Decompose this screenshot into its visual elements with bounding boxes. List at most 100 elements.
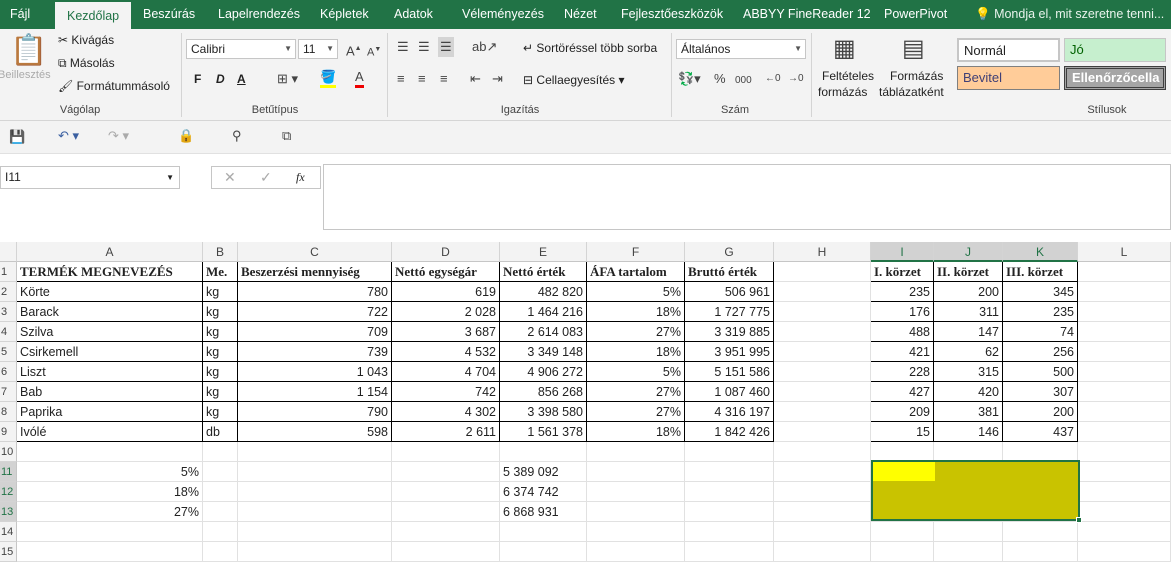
cell-I1[interactable]: I. körzet xyxy=(871,262,934,282)
font-color-icon[interactable]: A xyxy=(355,69,364,88)
cell-J7[interactable]: 420 xyxy=(934,382,1003,402)
cell-G6[interactable]: 5 151 586 xyxy=(685,362,774,382)
cell-G7[interactable]: 1 087 460 xyxy=(685,382,774,402)
cell-D1[interactable]: Nettó egységár xyxy=(392,262,500,282)
cell-G3[interactable]: 1 727 775 xyxy=(685,302,774,322)
cell-J5[interactable]: 62 xyxy=(934,342,1003,362)
cell-G2[interactable]: 506 961 xyxy=(685,282,774,302)
cell-B2[interactable]: kg xyxy=(203,282,238,302)
conditional-format-line2[interactable]: formázás xyxy=(818,85,867,99)
cell-K5[interactable]: 256 xyxy=(1003,342,1078,362)
cell-B9[interactable]: db xyxy=(203,422,238,442)
column-header-B[interactable]: B xyxy=(203,242,238,262)
row-header-1[interactable]: 1 xyxy=(0,262,17,282)
cell-A8[interactable]: Paprika xyxy=(17,402,203,422)
tab-7[interactable]: Véleményezés xyxy=(462,0,544,29)
cell-A5[interactable]: Csirkemell xyxy=(17,342,203,362)
thousands-icon[interactable]: 000 xyxy=(735,73,752,89)
tab-11[interactable]: PowerPivot xyxy=(884,0,947,29)
style-good[interactable]: Jó xyxy=(1064,38,1166,62)
cell-E6[interactable]: 4 906 272 xyxy=(500,362,587,382)
name-box[interactable]: I11 ▼ xyxy=(0,166,180,189)
cell-K3[interactable]: 235 xyxy=(1003,302,1078,322)
cell-D4[interactable]: 3 687 xyxy=(392,322,500,342)
lock-icon[interactable]: 🔒 xyxy=(178,128,194,144)
row-header-3[interactable]: 3 xyxy=(0,302,17,322)
increase-font-icon[interactable]: A▲ xyxy=(346,41,362,59)
cell-I4[interactable]: 488 xyxy=(871,322,934,342)
tab-9[interactable]: Fejlesztőeszközök xyxy=(621,0,723,29)
cell-G9[interactable]: 1 842 426 xyxy=(685,422,774,442)
cell-I2[interactable]: 235 xyxy=(871,282,934,302)
cell-J6[interactable]: 315 xyxy=(934,362,1003,382)
cell-C3[interactable]: 722 xyxy=(238,302,392,322)
row-header-8[interactable]: 8 xyxy=(0,402,17,422)
paste-button[interactable]: Beillesztés xyxy=(0,69,51,81)
row-header-10[interactable]: 10 xyxy=(0,442,17,462)
cell-B7[interactable]: kg xyxy=(203,382,238,402)
cell-K8[interactable]: 200 xyxy=(1003,402,1078,422)
borders-icon[interactable]: ⊞ ▾ xyxy=(277,71,298,87)
enter-icon[interactable]: ✓ xyxy=(260,169,272,186)
cell-E7[interactable]: 856 268 xyxy=(500,382,587,402)
cell-E11[interactable]: 5 389 092 xyxy=(500,462,587,482)
conditional-format-icon[interactable]: ▦ xyxy=(833,35,856,63)
align-top-icon[interactable]: ☰ xyxy=(397,39,409,55)
cell-D3[interactable]: 2 028 xyxy=(392,302,500,322)
format-painter-button[interactable]: 🖌 Formátummásoló xyxy=(58,79,170,93)
row-header-4[interactable]: 4 xyxy=(0,322,17,342)
row-header-14[interactable]: 14 xyxy=(0,522,17,542)
merge-button[interactable]: ⊟ Cellaegyesítés ▾ xyxy=(523,73,624,87)
cell-D2[interactable]: 619 xyxy=(392,282,500,302)
cell-B5[interactable]: kg xyxy=(203,342,238,362)
cell-F4[interactable]: 27% xyxy=(587,322,685,342)
row-header-7[interactable]: 7 xyxy=(0,382,17,402)
accounting-icon[interactable]: 💱▾ xyxy=(678,71,701,87)
cell-A1[interactable]: TERMÉK MEGNEVEZÉS xyxy=(17,262,203,282)
cell-G1[interactable]: Bruttó érték xyxy=(685,262,774,282)
redo-icon[interactable]: ↷ ▾ xyxy=(108,128,129,144)
style-input[interactable]: Bevitel xyxy=(957,66,1060,90)
decrease-indent-icon[interactable]: ⇤ xyxy=(470,71,481,87)
column-header-F[interactable]: F xyxy=(587,242,685,262)
cell-E12[interactable]: 6 374 742 xyxy=(500,482,587,502)
cancel-icon[interactable]: ✕ xyxy=(224,169,236,186)
tab-10[interactable]: ABBYY FineReader 12 xyxy=(743,0,871,29)
cell-C4[interactable]: 709 xyxy=(238,322,392,342)
column-header-K[interactable]: K xyxy=(1003,242,1078,262)
cell-B4[interactable]: kg xyxy=(203,322,238,342)
cell-D7[interactable]: 742 xyxy=(392,382,500,402)
cell-J1[interactable]: II. körzet xyxy=(934,262,1003,282)
cell-K9[interactable]: 437 xyxy=(1003,422,1078,442)
undo-icon[interactable]: ↶ ▾ xyxy=(58,128,79,144)
cell-F8[interactable]: 27% xyxy=(587,402,685,422)
pin-icon[interactable]: ⚲ xyxy=(232,128,242,144)
cell-J4[interactable]: 147 xyxy=(934,322,1003,342)
fill-color-icon[interactable]: 🪣 xyxy=(320,69,337,88)
cell-E13[interactable]: 6 868 931 xyxy=(500,502,587,522)
cell-A12[interactable]: 18% xyxy=(17,482,203,502)
cell-F6[interactable]: 5% xyxy=(587,362,685,382)
cell-A4[interactable]: Szilva xyxy=(17,322,203,342)
cell-B3[interactable]: kg xyxy=(203,302,238,322)
align-bottom-icon[interactable]: ☰ xyxy=(438,37,454,57)
tab-6[interactable]: Adatok xyxy=(394,0,433,29)
column-header-E[interactable]: E xyxy=(500,242,587,262)
increase-decimal-icon[interactable]: ←0 xyxy=(765,71,781,87)
number-format-dropdown[interactable]: Általános ▼ xyxy=(676,39,806,59)
cut-button[interactable]: ✂ Kivágás xyxy=(58,33,114,47)
cell-D8[interactable]: 4 302 xyxy=(392,402,500,422)
italic-button[interactable]: D xyxy=(216,72,225,86)
cell-F1[interactable]: ÁFA tartalom xyxy=(587,262,685,282)
cell-C5[interactable]: 739 xyxy=(238,342,392,362)
increase-indent-icon[interactable]: ⇥ xyxy=(492,71,503,87)
cell-G5[interactable]: 3 951 995 xyxy=(685,342,774,362)
cell-A2[interactable]: Körte xyxy=(17,282,203,302)
row-header-12[interactable]: 12 xyxy=(0,482,17,502)
save-icon[interactable]: 💾 xyxy=(9,129,25,145)
cell-D5[interactable]: 4 532 xyxy=(392,342,500,362)
style-normal[interactable]: Normál xyxy=(957,38,1060,62)
row-header-5[interactable]: 5 xyxy=(0,342,17,362)
cell-J2[interactable]: 200 xyxy=(934,282,1003,302)
cell-I8[interactable]: 209 xyxy=(871,402,934,422)
